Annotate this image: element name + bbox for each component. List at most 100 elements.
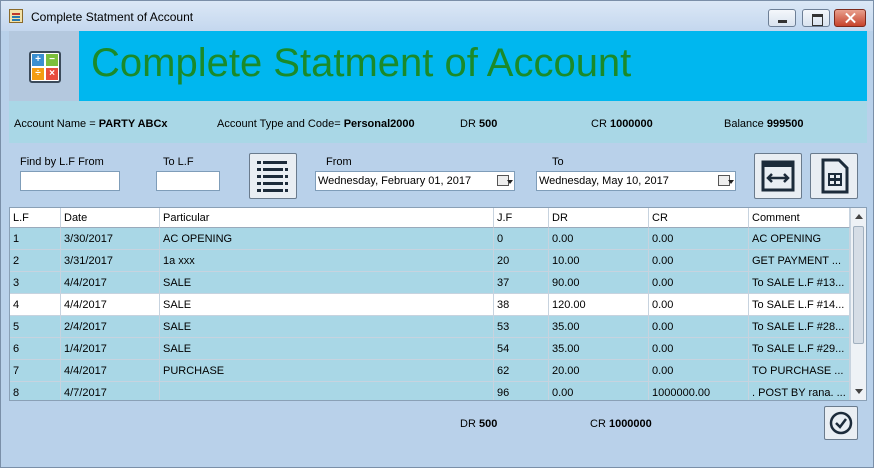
to-date-picker[interactable]: Wednesday, May 10, 2017 bbox=[536, 171, 736, 191]
table-cell[interactable]: 3/31/2017 bbox=[61, 250, 160, 272]
table-cell[interactable]: 1 bbox=[10, 228, 61, 250]
table-cell[interactable] bbox=[160, 382, 494, 400]
table-cell[interactable]: 53 bbox=[494, 316, 549, 338]
table-row[interactable]: 6 1/4/2017 SALE 54 35.00 0.00 To SALE L.F #29.… bbox=[10, 338, 850, 360]
banner-logo: + − ÷ × bbox=[9, 31, 79, 101]
column-header[interactable]: DR bbox=[549, 208, 649, 228]
close-button[interactable] bbox=[834, 9, 866, 27]
column-header[interactable]: Date bbox=[61, 208, 160, 228]
table-cell[interactable]: 1/4/2017 bbox=[61, 338, 160, 360]
table-cell[interactable]: 35.00 bbox=[549, 338, 649, 360]
scroll-thumb[interactable] bbox=[853, 226, 864, 344]
table-cell[interactable]: 90.00 bbox=[549, 272, 649, 294]
table-row[interactable]: 8 4/7/2017 96 0.00 1000000.00. POST BY rana.… bbox=[10, 382, 850, 400]
table-cell[interactable]: 0.00 bbox=[649, 250, 749, 272]
statement-table[interactable]: L.F Date Particular J.F DR CR Comment 13… bbox=[9, 207, 867, 401]
table-cell[interactable]: SALE bbox=[160, 272, 494, 294]
table-cell[interactable]: 6 bbox=[10, 338, 61, 360]
scroll-down-icon[interactable] bbox=[855, 389, 863, 394]
table-cell[interactable]: 38 bbox=[494, 294, 549, 316]
table-cell[interactable]: 120.00 bbox=[549, 294, 649, 316]
table-cell[interactable]: 20.00 bbox=[549, 360, 649, 382]
table-cell[interactable]: 4/7/2017 bbox=[61, 382, 160, 400]
table-row[interactable]: 2 3/31/2017 1a xxx 20 10.00 0.00 GET PAYMENT .… bbox=[10, 250, 850, 272]
table-cell[interactable]: 2/4/2017 bbox=[61, 316, 160, 338]
table-cell[interactable]: TO PURCHASE ... bbox=[749, 360, 850, 382]
table-cell[interactable]: GET PAYMENT ... bbox=[749, 250, 850, 272]
table-cell[interactable]: 4/4/2017 bbox=[61, 272, 160, 294]
from-date-value: Wednesday, February 01, 2017 bbox=[318, 175, 472, 187]
table-cell[interactable]: 8 bbox=[10, 382, 61, 400]
table-cell[interactable]: 4/4/2017 bbox=[61, 294, 160, 316]
account-info-bar: Account Name = PARTY ABCx Account Type a… bbox=[9, 101, 867, 143]
table-cell[interactable]: 1a xxx bbox=[160, 250, 494, 272]
to-date-label: To bbox=[552, 156, 564, 168]
table-cell[interactable]: 0.00 bbox=[649, 338, 749, 360]
table-cell[interactable]: 0.00 bbox=[649, 272, 749, 294]
table-cell[interactable]: 96 bbox=[494, 382, 549, 400]
table-cell[interactable]: 35.00 bbox=[549, 316, 649, 338]
table-cell[interactable]: 0.00 bbox=[649, 360, 749, 382]
table-cell[interactable]: 1000000.00 bbox=[649, 382, 749, 400]
column-header[interactable]: J.F bbox=[494, 208, 549, 228]
table-row[interactable]: 3 4/4/2017 SALE 37 90.00 0.00 To SALE L.F #13.… bbox=[10, 272, 850, 294]
maximize-button[interactable] bbox=[802, 9, 830, 27]
table-cell[interactable]: . POST BY rana. ... bbox=[749, 382, 850, 400]
export-button[interactable] bbox=[810, 153, 858, 199]
table-cell[interactable]: To SALE L.F #14... bbox=[749, 294, 850, 316]
table-row[interactable]: 7 4/4/2017 PURCHASE 62 20.00 0.00 TO PURCHASE … bbox=[10, 360, 850, 382]
account-type-label: Account Type and Code= bbox=[217, 118, 341, 130]
scroll-up-icon[interactable] bbox=[855, 214, 863, 219]
table-cell[interactable]: 4/4/2017 bbox=[61, 360, 160, 382]
list-button[interactable] bbox=[249, 153, 297, 199]
minimize-button[interactable] bbox=[768, 9, 796, 27]
table-cell[interactable]: 62 bbox=[494, 360, 549, 382]
table-cell[interactable]: 5 bbox=[10, 316, 61, 338]
table-row[interactable]: 5 2/4/2017 SALE 53 35.00 0.00 To SALE L.F #28.… bbox=[10, 316, 850, 338]
table-cell[interactable]: 54 bbox=[494, 338, 549, 360]
account-cr-value: 1000000 bbox=[609, 118, 653, 130]
table-cell[interactable]: 20 bbox=[494, 250, 549, 272]
table-cell[interactable]: 0.00 bbox=[649, 228, 749, 250]
table-cell[interactable]: 0.00 bbox=[549, 382, 649, 400]
total-cr-label: CR bbox=[590, 418, 606, 430]
table-header: L.F Date Particular J.F DR CR Comment bbox=[10, 208, 850, 228]
table-cell[interactable]: 7 bbox=[10, 360, 61, 382]
from-date-picker[interactable]: Wednesday, February 01, 2017 bbox=[315, 171, 515, 191]
page-title: Complete Statment of Account bbox=[91, 41, 632, 85]
table-row[interactable]: 1 3/30/2017 AC OPENING 0 0.00 0.00 AC OPENING bbox=[10, 228, 850, 250]
vertical-scrollbar[interactable] bbox=[850, 208, 866, 400]
table-cell[interactable]: To SALE L.F #13... bbox=[749, 272, 850, 294]
account-type-value: Personal2000 bbox=[343, 118, 415, 130]
table-cell[interactable]: 0.00 bbox=[649, 316, 749, 338]
table-cell[interactable]: SALE bbox=[160, 338, 494, 360]
column-header[interactable]: Particular bbox=[160, 208, 494, 228]
table-row[interactable]: 4 4/4/2017 SALE 38 120.00 0.00 To SALE L.F #14… bbox=[10, 294, 850, 316]
table-cell[interactable]: 0.00 bbox=[549, 228, 649, 250]
table-cell[interactable]: 2 bbox=[10, 250, 61, 272]
table-cell[interactable]: 37 bbox=[494, 272, 549, 294]
lf-to-input[interactable] bbox=[156, 171, 220, 191]
table-cell[interactable]: 3/30/2017 bbox=[61, 228, 160, 250]
column-header[interactable]: Comment bbox=[749, 208, 850, 228]
expand-button[interactable] bbox=[754, 153, 802, 199]
table-cell[interactable]: 3 bbox=[10, 272, 61, 294]
table-cell[interactable]: 0 bbox=[494, 228, 549, 250]
table-cell[interactable]: 4 bbox=[10, 294, 61, 316]
total-dr-value: 500 bbox=[478, 418, 498, 430]
table-cell[interactable]: PURCHASE bbox=[160, 360, 494, 382]
column-header[interactable]: L.F bbox=[10, 208, 61, 228]
table-cell[interactable]: To SALE L.F #29... bbox=[749, 338, 850, 360]
table-cell[interactable]: AC OPENING bbox=[749, 228, 850, 250]
lf-to-label: To L.F bbox=[163, 156, 194, 168]
table-cell[interactable]: 10.00 bbox=[549, 250, 649, 272]
account-dr-value: 500 bbox=[478, 118, 498, 130]
table-cell[interactable]: SALE bbox=[160, 316, 494, 338]
table-cell[interactable]: 0.00 bbox=[649, 294, 749, 316]
table-cell[interactable]: To SALE L.F #28... bbox=[749, 316, 850, 338]
ok-button[interactable] bbox=[824, 406, 858, 440]
table-cell[interactable]: SALE bbox=[160, 294, 494, 316]
table-cell[interactable]: AC OPENING bbox=[160, 228, 494, 250]
lf-from-input[interactable] bbox=[20, 171, 120, 191]
column-header[interactable]: CR bbox=[649, 208, 749, 228]
